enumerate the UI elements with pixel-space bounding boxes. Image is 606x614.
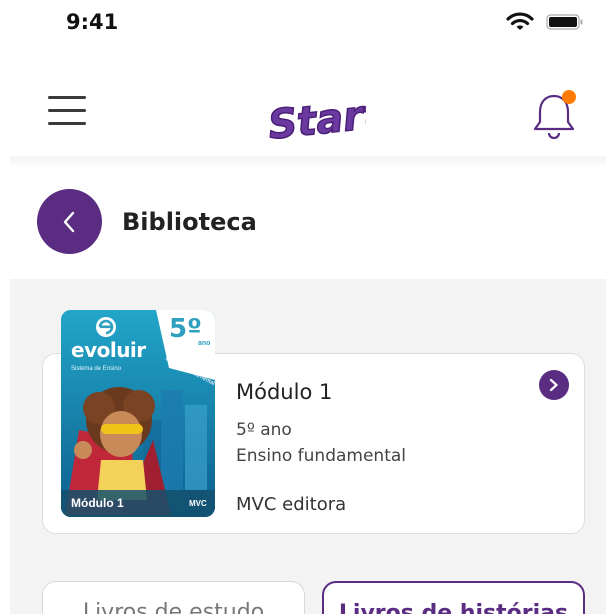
hamburger-menu-icon[interactable] — [48, 96, 86, 126]
book-title: Módulo 1 — [236, 380, 333, 404]
page-title: Biblioteca — [122, 208, 257, 236]
cover-grade-badge: 5º — [169, 314, 202, 344]
back-button[interactable] — [37, 189, 102, 254]
notification-bell-icon[interactable] — [530, 90, 578, 140]
cover-brand-subtitle: Sistema de Ensino — [71, 366, 122, 372]
chevron-right-icon — [549, 378, 558, 392]
tab-story-books-label: Livros de histórias — [338, 601, 569, 614]
start-logo: Start — [265, 90, 366, 149]
tab-story-books[interactable]: Livros de histórias — [322, 581, 585, 614]
page-header: Biblioteca — [10, 165, 606, 279]
evoluir-logo-icon — [96, 317, 116, 337]
book-cover-image[interactable]: evoluir Sistema de Ensino 5º ano Ensino … — [61, 310, 215, 517]
cover-module-label: Módulo 1 — [71, 496, 124, 510]
status-time: 9:41 — [66, 10, 119, 34]
book-level: Ensino fundamental — [236, 446, 407, 466]
status-bar: 9:41 — [0, 0, 606, 44]
book-publisher: MVC editora — [236, 494, 347, 515]
tab-study-books-label: Livros de estudo — [82, 600, 265, 614]
tab-study-books[interactable]: Livros de estudo — [42, 581, 305, 614]
app-header: Start — [0, 44, 606, 160]
cover-publisher-mark: MVC — [189, 499, 207, 508]
wifi-icon — [506, 12, 534, 30]
notification-dot — [562, 90, 576, 104]
cover-grade-badge-sub: ano — [198, 340, 211, 347]
svg-text:Start: Start — [266, 91, 366, 149]
library-content: Módulo 1 5º ano Ensino fundamental MVC e… — [10, 279, 606, 614]
cover-brand: evoluir — [71, 338, 146, 362]
card-open-button[interactable] — [539, 370, 569, 400]
chevron-left-icon — [63, 211, 75, 233]
battery-icon — [546, 14, 583, 30]
book-grade: 5º ano — [236, 420, 292, 440]
